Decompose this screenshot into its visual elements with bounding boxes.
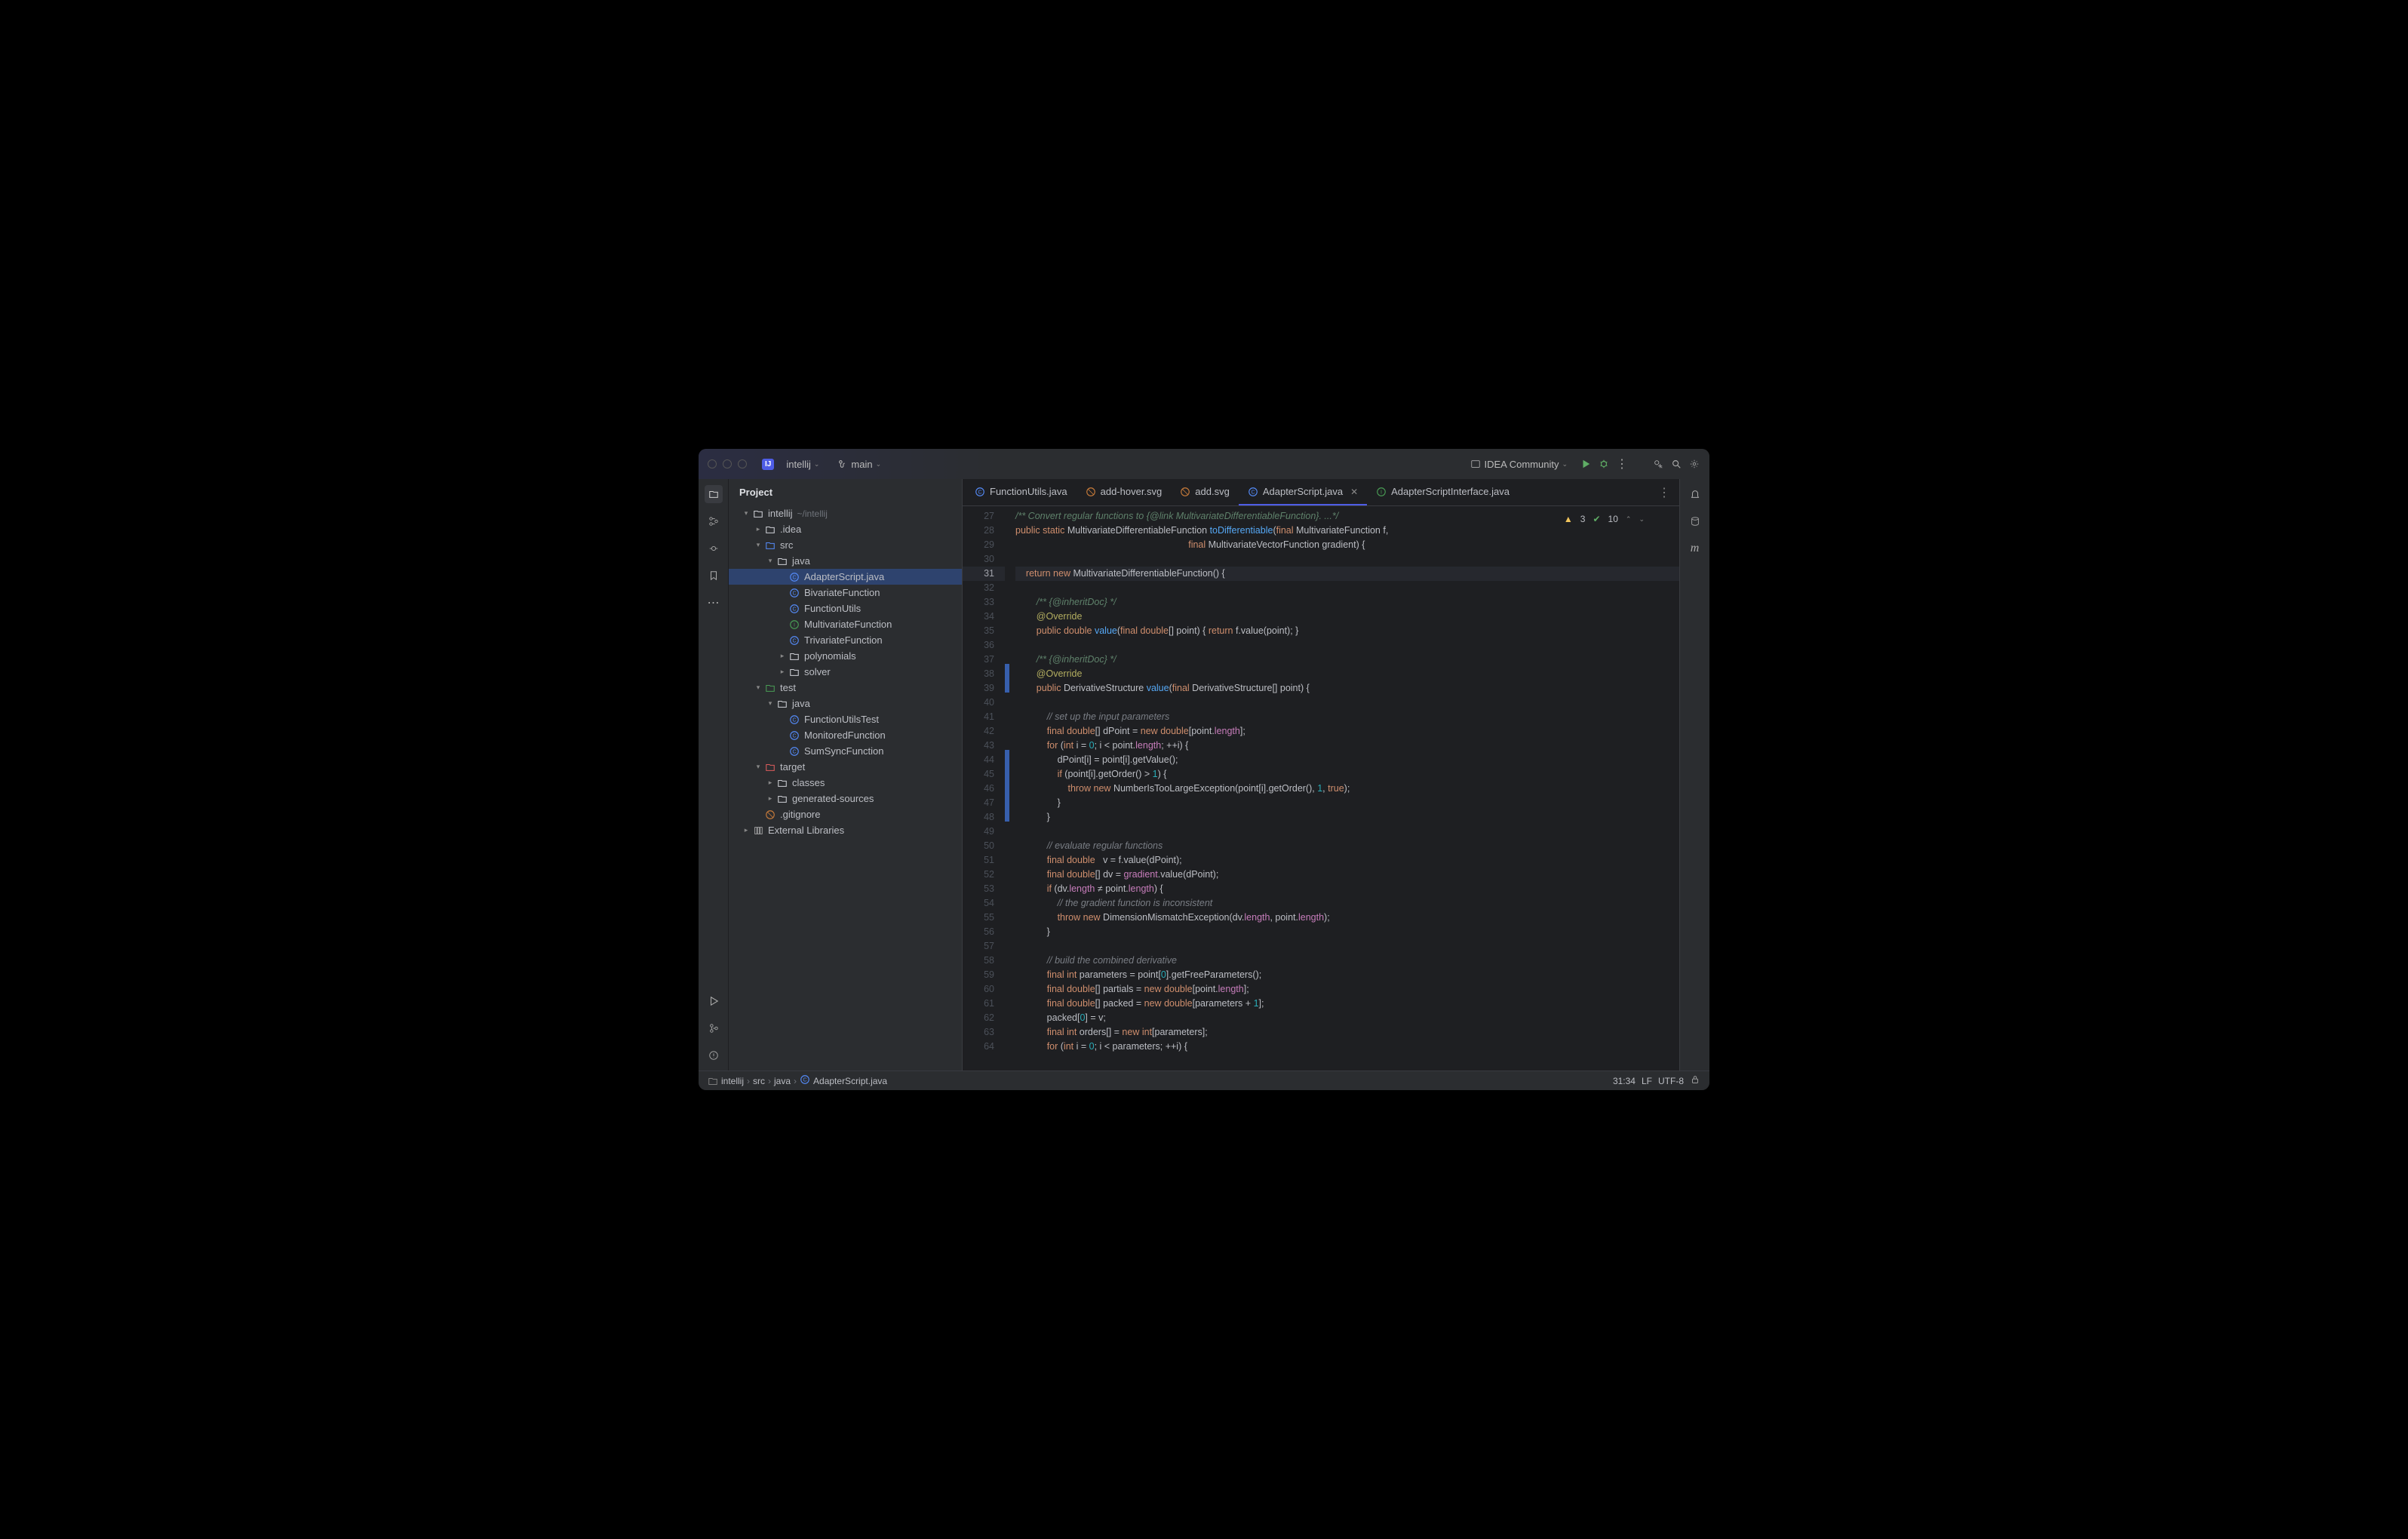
line-separator[interactable]: LF <box>1642 1076 1652 1086</box>
breadcrumbs[interactable]: intellij›src›java›CAdapterScript.java <box>708 1074 887 1087</box>
search-icon[interactable] <box>1670 458 1682 470</box>
debug-button[interactable] <box>1598 458 1610 470</box>
bookmarks-tool-icon[interactable] <box>705 567 723 585</box>
tree-item[interactable]: ▾test <box>729 680 962 696</box>
tabs-more-icon[interactable]: ⋮ <box>1649 479 1679 505</box>
maven-icon[interactable]: m <box>1686 539 1704 558</box>
tree-item[interactable]: ▸External Libraries <box>729 822 962 838</box>
structure-tool-icon[interactable] <box>705 512 723 530</box>
tree-item[interactable]: ▾java <box>729 696 962 711</box>
left-toolstrip: ⋯ <box>699 479 729 1071</box>
svg-text:C: C <box>792 591 796 596</box>
notifications-icon[interactable] <box>1686 485 1704 503</box>
tree-item[interactable]: .gitignore <box>729 806 962 822</box>
close-tab-icon[interactable]: ✕ <box>1350 487 1358 497</box>
tree-item[interactable]: ▸classes <box>729 775 962 791</box>
tree-item[interactable]: CSumSyncFunction <box>729 743 962 759</box>
ij-logo: IJ <box>762 459 774 470</box>
svg-text:C: C <box>792 575 796 580</box>
editor-tab[interactable]: CAdapterScript.java✕ <box>1239 479 1367 505</box>
titlebar: IJ intellij⌄ main⌄ IDEA Community⌄ ⋮ <box>699 449 1709 479</box>
project-tool-icon[interactable] <box>705 485 723 503</box>
project-tree[interactable]: ▾intellij~/intellij▸.idea▾src▾javaCAdapt… <box>729 505 962 1071</box>
tree-item[interactable]: ▾java <box>729 553 962 569</box>
statusbar: intellij›src›java›CAdapterScript.java 31… <box>699 1071 1709 1090</box>
tree-item[interactable]: CAdapterScript.java <box>729 569 962 585</box>
line-gutter[interactable]: 2728293031323334353637383940414243444546… <box>963 506 1005 1071</box>
tree-item[interactable]: ▸generated-sources <box>729 791 962 806</box>
run-tool-icon[interactable] <box>705 992 723 1010</box>
tree-item[interactable]: ▾src <box>729 537 962 553</box>
ide-window: IJ intellij⌄ main⌄ IDEA Community⌄ ⋮ ⋯ P… <box>699 449 1709 1090</box>
run-button[interactable] <box>1580 458 1592 470</box>
tree-item[interactable]: ▸polynomials <box>729 648 962 664</box>
svg-text:I: I <box>1381 490 1382 495</box>
window-controls[interactable] <box>708 459 747 468</box>
settings-icon[interactable] <box>1688 458 1700 470</box>
editor[interactable]: 2728293031323334353637383940414243444546… <box>963 506 1679 1071</box>
database-icon[interactable] <box>1686 512 1704 530</box>
run-config-dropdown[interactable]: IDEA Community⌄ <box>1464 456 1574 473</box>
code-content[interactable]: /** Convert regular functions to {@link … <box>1009 506 1679 1071</box>
editor-tab[interactable]: IAdapterScriptInterface.java <box>1367 479 1519 505</box>
editor-area: CFunctionUtils.javaadd-hover.svgadd.svgC… <box>963 479 1679 1071</box>
svg-text:C: C <box>1251 490 1255 495</box>
tree-item[interactable]: CMonitoredFunction <box>729 727 962 743</box>
git-tool-icon[interactable] <box>705 1019 723 1037</box>
tree-item[interactable]: ▸.idea <box>729 521 962 537</box>
svg-text:C: C <box>792 733 796 739</box>
problems-tool-icon[interactable] <box>705 1046 723 1064</box>
editor-tab[interactable]: CFunctionUtils.java <box>966 479 1077 505</box>
project-dropdown[interactable]: intellij⌄ <box>780 456 825 473</box>
editor-tab[interactable]: add-hover.svg <box>1077 479 1172 505</box>
editor-tab[interactable]: add.svg <box>1171 479 1239 505</box>
project-sidebar: Project ▾intellij~/intellij▸.idea▾src▾ja… <box>729 479 963 1071</box>
svg-text:C: C <box>792 749 796 754</box>
encoding[interactable]: UTF-8 <box>1658 1076 1684 1086</box>
svg-text:C: C <box>792 638 796 644</box>
tree-item[interactable]: ▾intellij~/intellij <box>729 505 962 521</box>
svg-text:C: C <box>803 1078 807 1083</box>
tree-item[interactable]: ▸solver <box>729 664 962 680</box>
right-toolstrip: m <box>1679 479 1709 1071</box>
commit-tool-icon[interactable] <box>705 539 723 558</box>
readonly-toggle-icon[interactable] <box>1690 1074 1700 1087</box>
tree-item[interactable]: CBivariateFunction <box>729 585 962 601</box>
editor-tabs: CFunctionUtils.javaadd-hover.svgadd.svgC… <box>963 479 1679 506</box>
cursor-position[interactable]: 31:34 <box>1613 1076 1636 1086</box>
tree-item[interactable]: CFunctionUtils <box>729 601 962 616</box>
tree-item[interactable]: IMultivariateFunction <box>729 616 962 632</box>
svg-text:C: C <box>792 717 796 723</box>
more-actions-icon[interactable]: ⋮ <box>1616 458 1628 470</box>
sidebar-title: Project <box>729 479 962 505</box>
inspection-widget[interactable]: ▲3 ✔10 ⌃⌄ <box>1559 512 1649 526</box>
code-with-me-icon[interactable] <box>1652 458 1664 470</box>
tree-item[interactable]: CTrivariateFunction <box>729 632 962 648</box>
svg-text:C: C <box>978 490 981 495</box>
tree-item[interactable]: ▾target <box>729 759 962 775</box>
tree-item[interactable]: CFunctionUtilsTest <box>729 711 962 727</box>
more-tools-icon[interactable]: ⋯ <box>705 594 723 612</box>
svg-text:C: C <box>792 607 796 612</box>
svg-text:I: I <box>794 622 795 628</box>
branch-dropdown[interactable]: main⌄ <box>831 456 887 473</box>
